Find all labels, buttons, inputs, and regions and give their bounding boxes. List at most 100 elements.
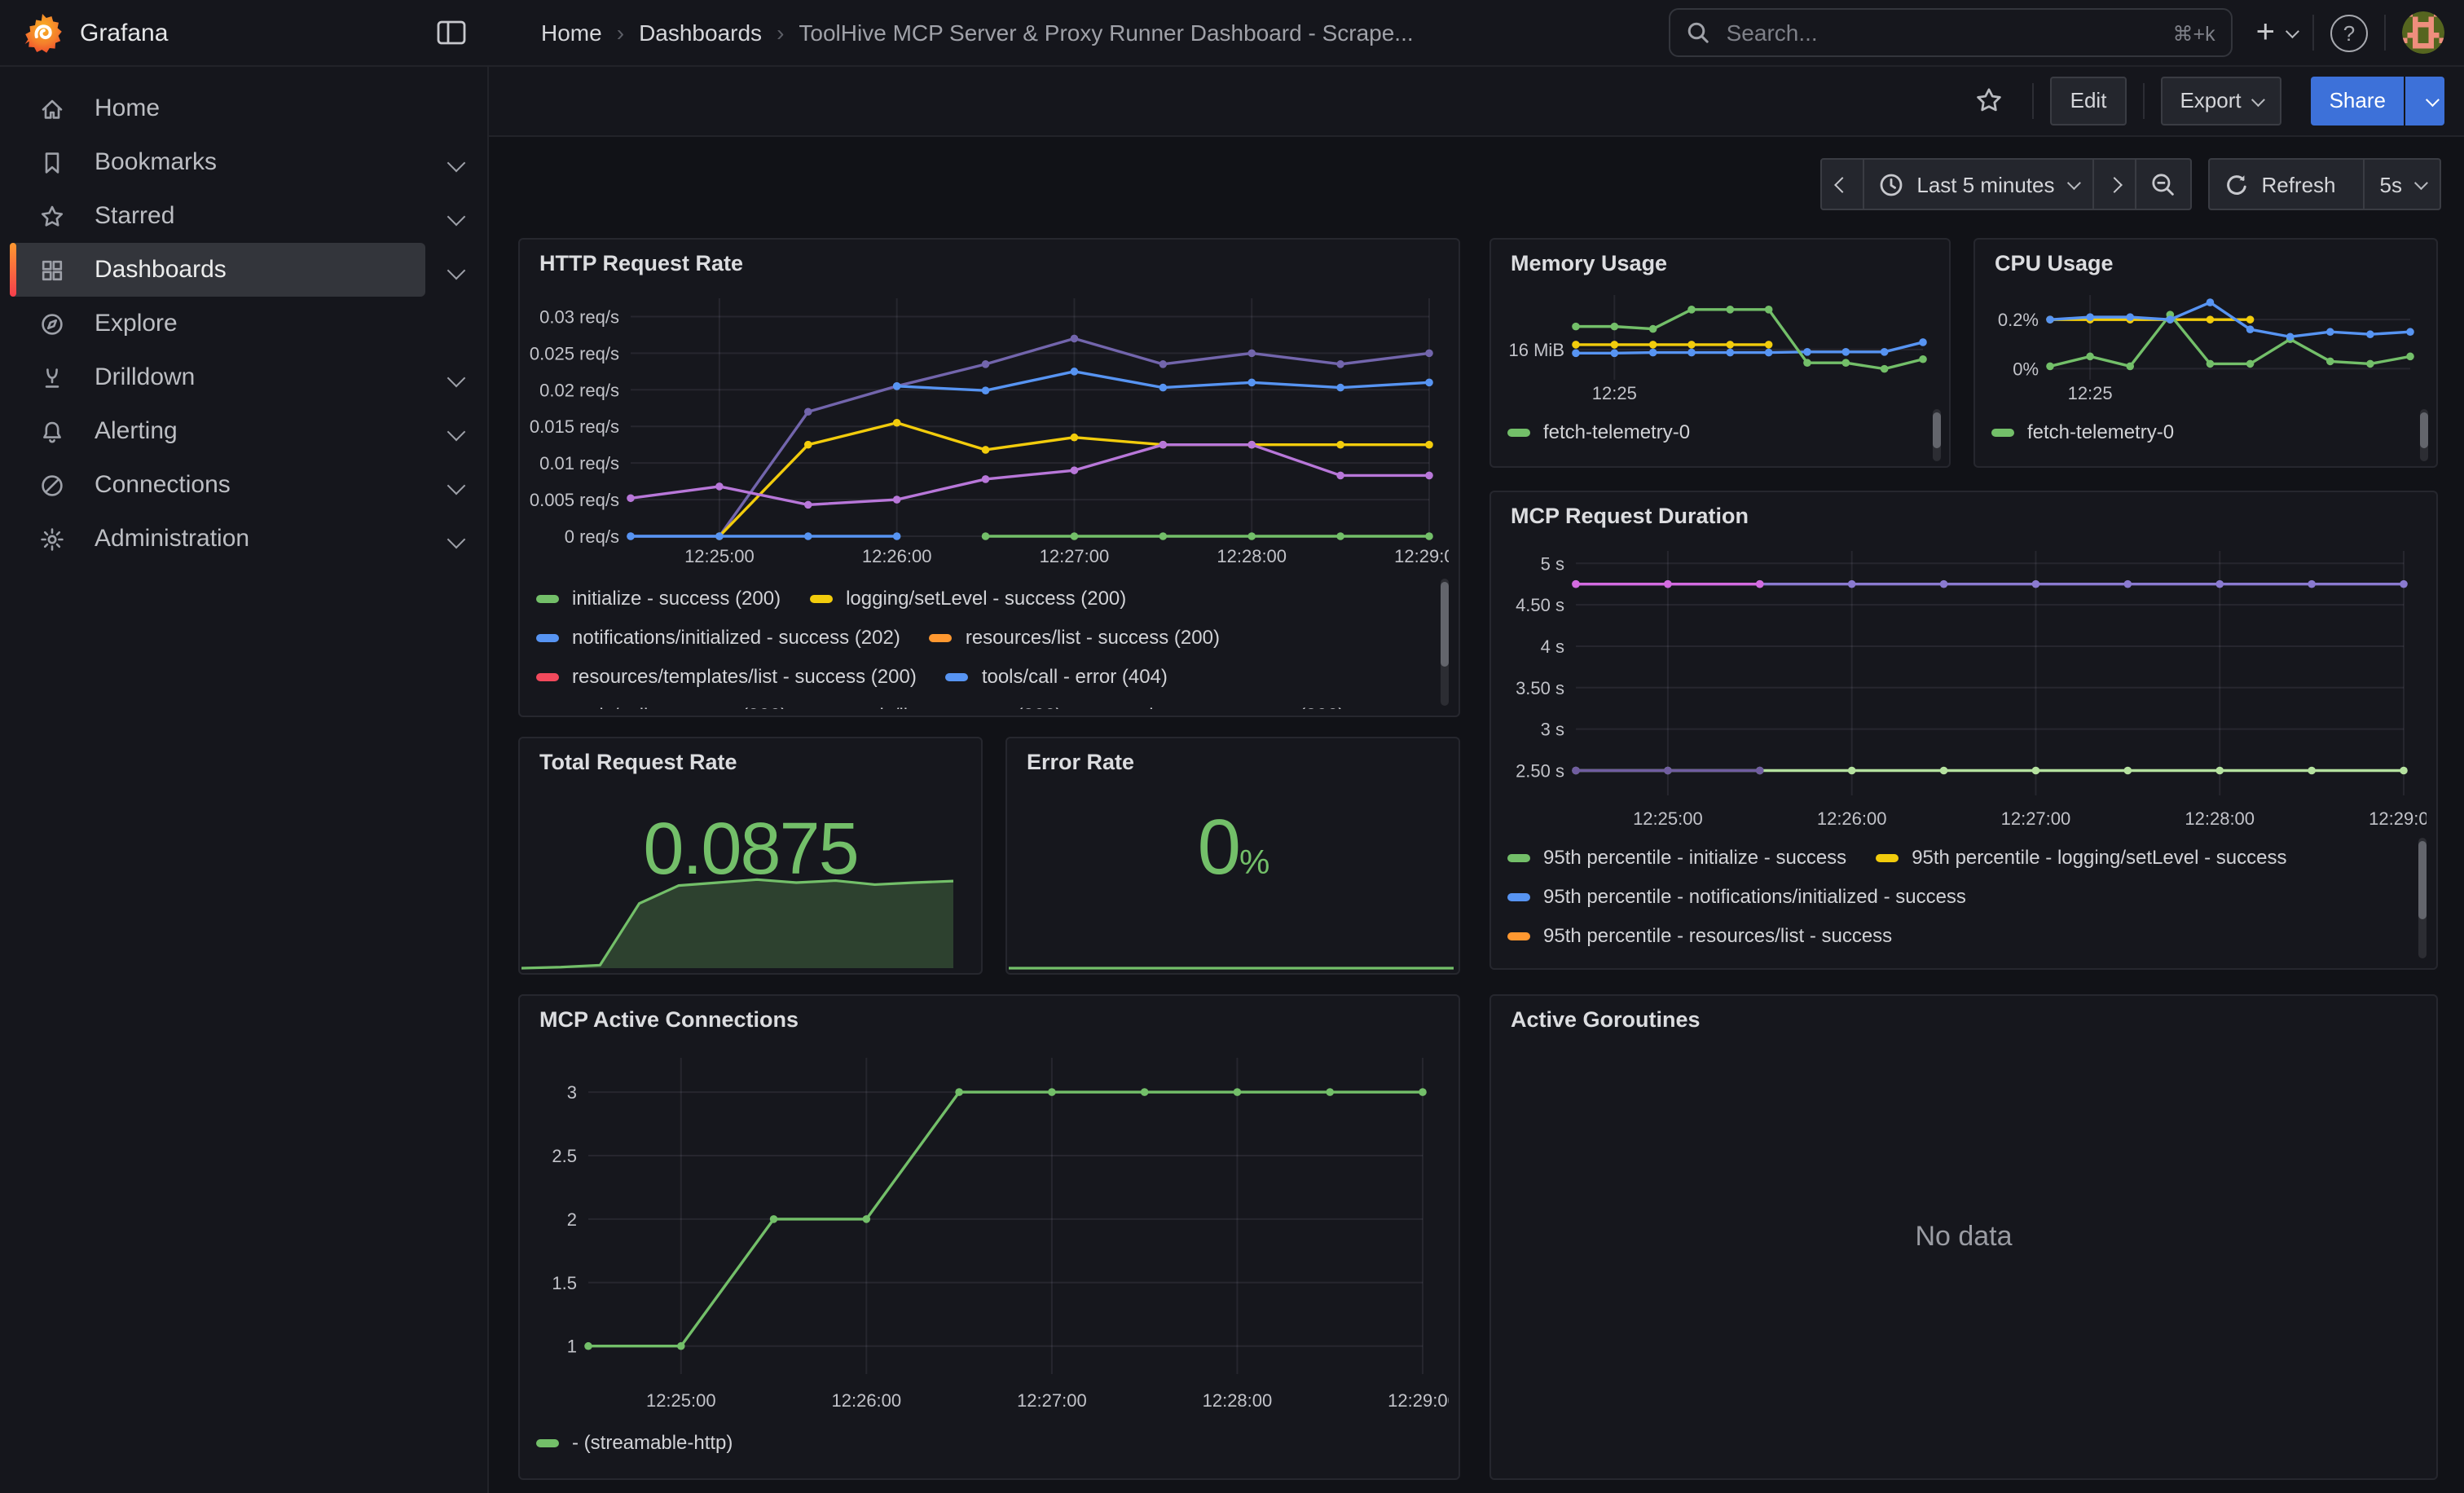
legend-scrollbar[interactable] bbox=[2418, 838, 2427, 958]
sidebar-item-explore[interactable]: Explore bbox=[0, 297, 487, 350]
chevron-down-icon[interactable] bbox=[447, 422, 466, 441]
y-axis-tick: 3 s bbox=[1541, 720, 1564, 740]
legend-label: notifications/initialized - success (202… bbox=[572, 626, 900, 649]
legend-item[interactable]: notifications/initialized - success (202… bbox=[536, 626, 900, 649]
http-request-rate-chart[interactable]: 12:25:0012:26:0012:27:0012:28:0012:29:00… bbox=[526, 285, 1449, 572]
breadcrumb-separator: › bbox=[762, 20, 799, 46]
legend-item[interactable]: logging/setLevel - success (200) bbox=[810, 587, 1126, 610]
export-button[interactable]: Export bbox=[2160, 76, 2281, 125]
legend-item[interactable]: resources/list - success (200) bbox=[930, 626, 1220, 649]
legend-item[interactable]: initialize - success (200) bbox=[536, 587, 781, 610]
chevron-down-icon bbox=[2066, 176, 2080, 190]
sidebar-nav: HomeBookmarks Starred DashboardsExploreDri… bbox=[0, 65, 487, 566]
legend-color-chip bbox=[946, 672, 969, 680]
panel-title[interactable]: HTTP Request Rate bbox=[520, 240, 1459, 275]
breadcrumb-home[interactable]: Home bbox=[541, 20, 602, 46]
panel-title[interactable]: Total Request Rate bbox=[520, 738, 981, 774]
legend-item[interactable]: 95th percentile - logging/setLevel - suc… bbox=[1876, 846, 2286, 869]
breadcrumb-current-dashboard: ToolHive MCP Server & Proxy Runner Dashb… bbox=[799, 20, 1413, 46]
x-axis-tick: 12:27:00 bbox=[2001, 808, 2071, 829]
zoom-out-button[interactable] bbox=[2134, 160, 2189, 209]
compass-icon bbox=[39, 310, 65, 337]
help-button[interactable]: ? bbox=[2330, 14, 2368, 51]
y-axis-tick: 2.5 bbox=[552, 1146, 577, 1166]
search-input[interactable] bbox=[1723, 18, 2173, 47]
breadcrumb: Home › Dashboards › ToolHive MCP Server … bbox=[541, 20, 1414, 46]
panel-title[interactable]: Active Goroutines bbox=[1491, 996, 2436, 1032]
legend-label: - (streamable-http) bbox=[572, 1431, 733, 1454]
share-button[interactable]: Share bbox=[2312, 76, 2404, 125]
legend-item[interactable]: - (streamable-http) bbox=[536, 1431, 733, 1454]
stat-value: 0.0875 bbox=[520, 807, 981, 892]
chevron-down-icon[interactable] bbox=[447, 476, 466, 495]
legend-item[interactable]: resources/templates/list - success (200) bbox=[536, 665, 917, 688]
add-new-button[interactable]: + bbox=[2256, 16, 2296, 49]
grafana-app: Grafana Home › Dashboards › ToolHive MCP… bbox=[0, 0, 2464, 1493]
panel-title[interactable]: Memory Usage bbox=[1491, 240, 1949, 275]
refresh-interval-picker[interactable]: 5s bbox=[2364, 160, 2440, 209]
legend-item[interactable]: 95th percentile - notifications/initiali… bbox=[1507, 885, 1966, 908]
legend-item[interactable]: fetch-telemetry-0 bbox=[1507, 421, 1690, 443]
edit-button[interactable]: Edit bbox=[2051, 76, 2127, 125]
x-axis-tick: 12:25:00 bbox=[1633, 808, 1703, 829]
panel-title[interactable]: MCP Active Connections bbox=[520, 996, 1459, 1032]
chevron-down-icon[interactable] bbox=[447, 153, 466, 172]
legend-item[interactable]: 95th percentile - initialize - success bbox=[1507, 846, 1846, 869]
chevron-down-icon[interactable] bbox=[447, 207, 466, 226]
chevron-down-icon[interactable] bbox=[447, 261, 466, 280]
plug-icon bbox=[39, 472, 65, 498]
search-box[interactable]: ⌘+k bbox=[1670, 8, 2233, 57]
sidebar-item-drilldown[interactable]: Drilldown bbox=[0, 350, 487, 404]
chevron-down-icon[interactable] bbox=[447, 368, 466, 387]
plus-icon: + bbox=[2256, 16, 2275, 49]
sidebar-item-dashboards[interactable]: Dashboards bbox=[0, 243, 487, 297]
memory-usage-chart[interactable]: 12:2516 MiB bbox=[1498, 285, 1939, 409]
chevron-down-icon[interactable] bbox=[447, 530, 466, 548]
legend-scrollbar[interactable] bbox=[1933, 409, 1941, 461]
mcp-active-connections-chart[interactable]: 12:25:0012:26:0012:27:0012:28:0012:29:00… bbox=[526, 1045, 1449, 1416]
sidebar-item-connections[interactable]: Connections bbox=[0, 458, 487, 512]
screenshot-stage: Grafana Home › Dashboards › ToolHive MCP… bbox=[0, 0, 2464, 1493]
stat-unit: % bbox=[1239, 844, 1268, 882]
cpu-usage-chart[interactable]: 12:250.2%0% bbox=[1982, 285, 2427, 409]
sidebar-item-home[interactable]: Home bbox=[0, 81, 487, 135]
panel-title[interactable]: MCP Request Duration bbox=[1491, 492, 2436, 528]
sidebar-toggle-icon[interactable] bbox=[437, 20, 466, 46]
sidebar-item-administration[interactable]: Administration bbox=[0, 512, 487, 566]
mcp-request-duration-chart[interactable]: 12:25:0012:26:0012:27:0012:28:0012:29:00… bbox=[1498, 538, 2427, 835]
legend-color-chip bbox=[930, 633, 953, 641]
panel-title[interactable]: Error Rate bbox=[1007, 738, 1459, 774]
x-axis-tick: 12:29:00 bbox=[1388, 1390, 1449, 1411]
sidebar-item-label: Starred bbox=[95, 202, 174, 230]
legend-item[interactable]: 95th percentile - resources/list - succe… bbox=[1507, 924, 1892, 947]
no-data-message: No data bbox=[1491, 1221, 2436, 1253]
top-nav: Grafana Home › Dashboards › ToolHive MCP… bbox=[0, 0, 2464, 67]
sidebar-item-bookmarks[interactable]: Bookmarks bbox=[0, 135, 487, 189]
share-menu-button[interactable] bbox=[2405, 76, 2444, 125]
sidebar-item-starred[interactable]: Starred bbox=[0, 189, 487, 243]
time-range-group: Last 5 minutes bbox=[1820, 158, 2191, 210]
legend-label: 95th percentile - initialize - success bbox=[1543, 846, 1846, 869]
legend-item[interactable]: tools/call - error (404) bbox=[946, 665, 1168, 688]
time-range-picker[interactable]: Last 5 minutes bbox=[1863, 160, 2092, 209]
panel-memory-usage: Memory Usage 12:2516 MiB fetch-telemetry… bbox=[1489, 238, 1951, 468]
user-avatar[interactable] bbox=[2402, 11, 2444, 54]
favorite-star-button[interactable] bbox=[1963, 86, 2017, 114]
refresh-button[interactable]: Refresh bbox=[2209, 160, 2363, 209]
legend-scrollbar[interactable] bbox=[1441, 579, 1449, 706]
legend-color-chip bbox=[536, 633, 559, 641]
time-forward-button[interactable] bbox=[2092, 160, 2134, 209]
share-button-group: Share bbox=[2312, 76, 2444, 125]
panel-title[interactable]: CPU Usage bbox=[1975, 240, 2436, 275]
time-back-button[interactable] bbox=[1822, 160, 1863, 209]
legend-item[interactable]: unknown - success (200) bbox=[1092, 704, 1345, 709]
legend-label: resources/list - success (200) bbox=[966, 626, 1220, 649]
legend-item[interactable]: tools/call - success (200) bbox=[536, 704, 787, 709]
sidebar-item-alerting[interactable]: Alerting bbox=[0, 404, 487, 458]
legend-color-chip bbox=[536, 594, 559, 602]
breadcrumb-dashboards[interactable]: Dashboards bbox=[639, 20, 762, 46]
legend-item[interactable]: tools/list - success (200) bbox=[816, 704, 1062, 709]
legend-item[interactable]: fetch-telemetry-0 bbox=[1991, 421, 2174, 443]
legend-scrollbar[interactable] bbox=[2420, 409, 2428, 461]
time-controls: Last 5 minutes Refresh 5s bbox=[1820, 158, 2441, 210]
